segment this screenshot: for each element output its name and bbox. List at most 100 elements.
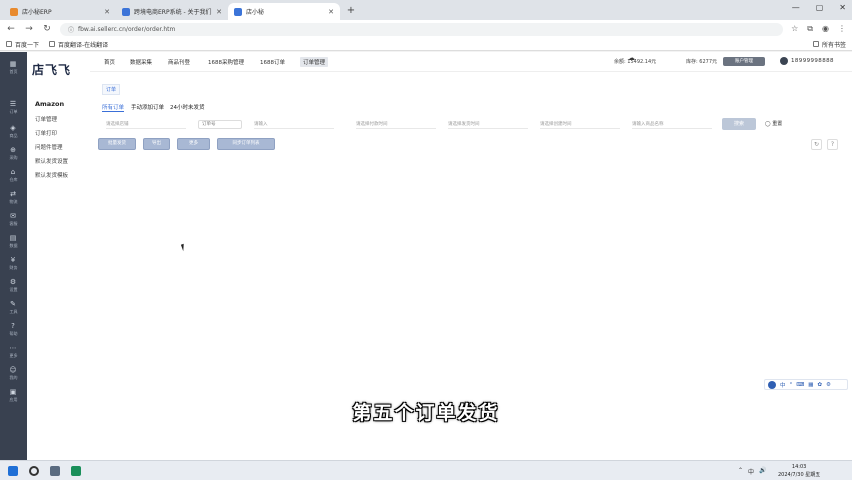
url-input[interactable]: ⓘ fbw.ai.sellerc.cn/order/order.htm	[60, 22, 784, 36]
back-icon[interactable]: ←	[6, 24, 16, 34]
close-window-button[interactable]: ✕	[839, 3, 846, 12]
new-tab-button[interactable]: +	[344, 4, 358, 18]
rail-label: 数据	[9, 243, 18, 248]
pay-time-input[interactable]: 请选择付款时间	[356, 120, 436, 129]
menu-order-print[interactable]: 订单打印	[35, 129, 57, 137]
more-icon[interactable]: ⋯	[8, 344, 18, 352]
ime-logo-icon[interactable]	[768, 380, 776, 389]
tab-order[interactable]: 订单	[102, 84, 121, 95]
product-name-input[interactable]: 请输入商品名称	[632, 120, 712, 129]
app-icon[interactable]	[71, 466, 81, 476]
menu-order-manage[interactable]: 订单管理	[35, 115, 57, 123]
sync-orders-button[interactable]: 同步订单列表	[217, 138, 275, 150]
volume-icon[interactable]: 🔊	[759, 467, 766, 476]
apps-icon[interactable]: ▣	[8, 388, 18, 396]
grid-icon[interactable]: ▦	[8, 60, 18, 68]
close-icon[interactable]: ✕	[104, 8, 110, 16]
close-icon[interactable]: ✕	[328, 8, 334, 16]
tab-about[interactable]: 跨境电商ERP系统 - 关于我们 ✕	[116, 3, 228, 20]
taskbar: ⌃ 中 🔊 14:03 2024/7/30 星期五	[0, 460, 852, 480]
ime-settings-icon[interactable]: ⚙	[826, 382, 831, 388]
tab-active[interactable]: 店小秘 ✕	[228, 3, 340, 20]
tab-manual-orders[interactable]: 手动添加订单	[131, 103, 164, 111]
create-time-input[interactable]: 请选择创建时间	[540, 120, 620, 129]
tab-24h-unshipped[interactable]: 24小时未发货	[170, 103, 205, 111]
top-nav: 首页 数据采集 商品刊登 1688采购管理 1688订单 订单管理 ☁ 余额: …	[90, 52, 852, 72]
rail-label: 仓库	[9, 177, 18, 182]
reset-button[interactable]: ◯ 重置	[765, 120, 782, 127]
order-no-select[interactable]: 订单号	[198, 120, 242, 129]
clock-time: 14:03	[791, 464, 807, 470]
keyword-input[interactable]: 请输入	[254, 120, 334, 129]
browser-tab-strip: 店小秘ERP ✕ 跨境电商ERP系统 - 关于我们 ✕ 店小秘 ✕ + — ▢ …	[0, 0, 852, 20]
export-button[interactable]: 导出	[143, 138, 170, 150]
ime-skin-icon[interactable]: ✿	[817, 382, 822, 388]
minimize-button[interactable]: —	[792, 3, 800, 12]
account-name[interactable]: 18999998888	[791, 58, 834, 64]
menu-ship-template[interactable]: 默认发货模板	[35, 171, 68, 179]
finance-icon[interactable]: ¥	[8, 256, 18, 264]
star-icon[interactable]: ☆	[791, 24, 798, 34]
menu-icon[interactable]: ⋮	[838, 24, 846, 34]
service-icon[interactable]: ✉	[8, 212, 18, 220]
forward-icon[interactable]: →	[24, 24, 34, 34]
tray-expand-icon[interactable]: ⌃	[738, 467, 743, 476]
batch-ship-button[interactable]: 批量发货	[98, 138, 136, 150]
maximize-button[interactable]: ▢	[816, 3, 824, 12]
refresh-icon[interactable]: ↻	[811, 139, 822, 150]
task-view-icon[interactable]	[50, 466, 60, 476]
ime-keyboard-icon[interactable]: ⌨	[796, 382, 804, 388]
close-icon[interactable]: ✕	[216, 8, 222, 16]
warehouse-icon[interactable]: ⌂	[8, 168, 18, 176]
rail-label: 物流	[9, 199, 18, 204]
product-icon[interactable]: ◈	[8, 124, 18, 132]
tab-all-orders[interactable]: 所有订单	[102, 103, 125, 112]
folder-icon	[812, 41, 819, 47]
search-button[interactable]: 搜索	[722, 118, 756, 130]
settings-icon[interactable]: ⚙	[8, 278, 18, 286]
nav-1688-orders[interactable]: 1688订单	[260, 58, 285, 66]
menu-problem[interactable]: 问题件管理	[35, 143, 63, 151]
nav-collect[interactable]: 数据采集	[130, 58, 152, 66]
reset-label: 重置	[772, 121, 783, 127]
ime-punct-icon[interactable]: °	[790, 382, 793, 388]
help-icon[interactable]: ?	[827, 139, 838, 150]
ime-lang-icon[interactable]: 中	[780, 381, 786, 389]
data-icon[interactable]: ▤	[8, 234, 18, 242]
nav-home[interactable]: 首页	[104, 58, 115, 66]
all-bookmarks[interactable]: 所有书签	[812, 40, 846, 49]
rail-label: 帮助	[9, 331, 18, 336]
ime-indicator[interactable]: 中	[748, 467, 754, 476]
ship-time-input[interactable]: 请选择发货时间	[448, 120, 528, 129]
extensions-icon[interactable]: ⧉	[807, 24, 813, 34]
shop-select[interactable]: 请选择店铺	[106, 120, 186, 129]
ime-grid-icon[interactable]: ▦	[808, 382, 813, 388]
rail-label: 订单	[9, 109, 18, 114]
search-icon[interactable]	[29, 466, 39, 476]
reload-icon[interactable]: ↻	[42, 24, 52, 34]
user-icon[interactable]: ☺	[8, 366, 18, 374]
logistics-icon[interactable]: ⇄	[8, 190, 18, 198]
more-button[interactable]: 更多	[177, 138, 210, 150]
purchase-icon[interactable]: ⊕	[8, 146, 18, 154]
clock[interactable]: 14:03 2024/7/30 星期五	[778, 463, 820, 479]
profile-icon[interactable]: ◉	[822, 24, 829, 34]
address-bar: ← → ↻ ⓘ fbw.ai.sellerc.cn/order/order.ht…	[0, 20, 852, 38]
bookmark-label: 百度翻译-在线翻译	[58, 41, 109, 49]
help-icon[interactable]: ?	[8, 322, 18, 330]
menu-ship-settings[interactable]: 默认发货设置	[35, 157, 68, 165]
start-icon[interactable]	[8, 466, 18, 476]
order-icon[interactable]: ☰	[8, 100, 18, 108]
tab-erp[interactable]: 店小秘ERP ✕	[4, 3, 116, 20]
nav-1688-purchase[interactable]: 1688采购管理	[208, 58, 244, 66]
bookmark-baidu[interactable]: 百度一下	[6, 40, 39, 49]
site-info-icon[interactable]: ⓘ	[68, 25, 74, 34]
nav-listing[interactable]: 商品刊登	[168, 58, 190, 66]
tab-favicon-icon	[10, 7, 18, 16]
tool-icon[interactable]: ✎	[8, 300, 18, 308]
avatar[interactable]	[780, 57, 788, 65]
bookmark-translate[interactable]: 百度翻译-在线翻译	[49, 40, 108, 49]
account-manage-button[interactable]: 账户管理	[723, 57, 765, 66]
browser-actions: ☆ ⧉ ◉ ⋮	[791, 24, 846, 34]
nav-order-manage[interactable]: 订单管理	[300, 57, 329, 67]
